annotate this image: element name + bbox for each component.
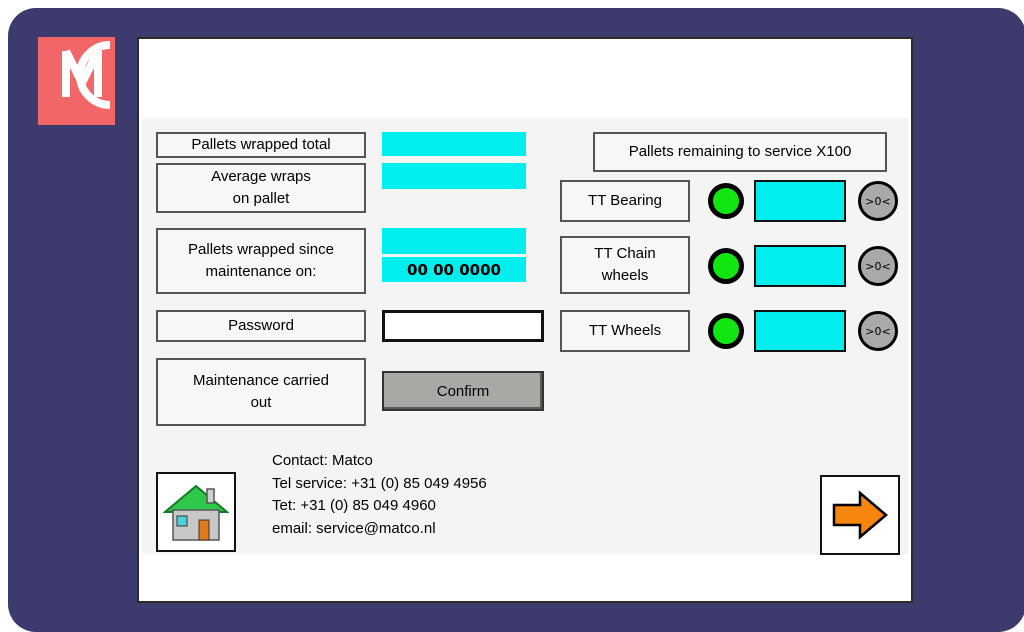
reset-button-tt-wheels[interactable]: >0< (858, 311, 898, 351)
contact-company: Contact: Matco (272, 452, 373, 469)
contact-email: email: service@matco.nl (272, 519, 436, 537)
service-label-tt-bearing: TT Bearing (560, 180, 690, 222)
label-password: Password (156, 310, 366, 342)
arrow-right-icon (832, 490, 888, 540)
contact-info: Contact: Matco Tel service: +31 (0) 85 0… (272, 450, 487, 540)
value-pallets-total (382, 132, 526, 156)
service-value-tt-chain-wheels (754, 245, 846, 287)
label-since-maintenance: Pallets wrapped since maintenance on: (156, 228, 366, 294)
service-value-tt-bearing (754, 180, 846, 222)
value-average-wraps (382, 163, 526, 189)
label-maintenance-done: Maintenance carried out (156, 358, 366, 426)
password-input[interactable] (382, 310, 544, 342)
label-remaining-header: Pallets remaining to service X100 (593, 132, 887, 172)
label-pallets-total: Pallets wrapped total (156, 132, 366, 158)
home-button[interactable] (156, 472, 236, 552)
matco-logo-mark (62, 41, 111, 109)
home-icon (163, 484, 229, 541)
reset-button-tt-bearing[interactable]: >0< (858, 181, 898, 221)
confirm-button[interactable]: Confirm (382, 371, 544, 411)
matco-logo (38, 37, 115, 125)
service-label-tt-wheels: TT Wheels (560, 310, 690, 352)
maintenance-date: 00 00 0000 (382, 257, 526, 282)
contact-tel: Tet: +31 (0) 85 049 4960 (272, 497, 436, 514)
status-led-tt-bearing (708, 183, 744, 219)
status-led-tt-wheels (708, 313, 744, 349)
reset-button-tt-chain-wheels[interactable]: >0< (858, 246, 898, 286)
status-led-tt-chain-wheels (708, 248, 744, 284)
next-page-button[interactable] (820, 475, 900, 555)
service-value-tt-wheels (754, 310, 846, 352)
label-average-wraps: Average wraps on pallet (156, 163, 366, 213)
service-label-tt-chain-wheels: TT Chain wheels (560, 236, 690, 294)
contact-tel-service: Tel service: +31 (0) 85 049 4956 (272, 474, 487, 492)
value-since-maintenance (382, 228, 526, 254)
